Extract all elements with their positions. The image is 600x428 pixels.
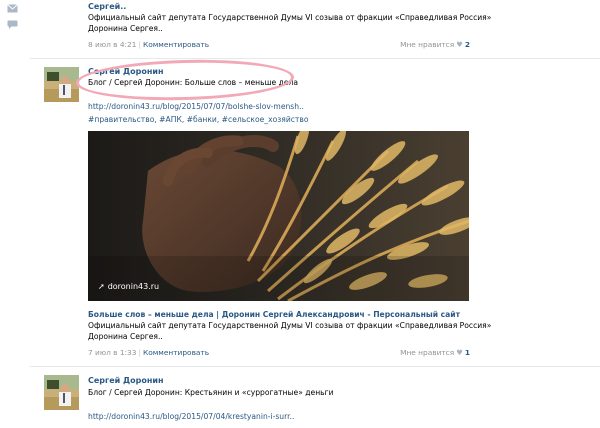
post-snippet-line2: Доронина Сергея.. bbox=[88, 24, 163, 33]
post-url[interactable]: http://doronin43.ru/blog/2015/07/04/kres… bbox=[88, 412, 294, 421]
like-count: 1 bbox=[464, 348, 470, 357]
post-image[interactable]: ➚ doronin43.ru bbox=[88, 131, 469, 301]
link-description-line2: Доронина Сергея.. bbox=[88, 332, 163, 341]
mail-icon[interactable] bbox=[7, 4, 18, 13]
post-author[interactable]: Сергей.. bbox=[88, 2, 126, 11]
wheat-hand-photo bbox=[88, 131, 469, 301]
left-rail bbox=[0, 0, 26, 428]
link-arrow-icon: ➚ bbox=[98, 282, 105, 291]
post-divider bbox=[30, 366, 600, 367]
comment-button[interactable]: Комментировать bbox=[143, 40, 209, 49]
meta-separator: | bbox=[138, 40, 141, 49]
like-label: Мне нравится bbox=[400, 40, 455, 49]
comment-button[interactable]: Комментировать bbox=[143, 348, 209, 357]
like-label: Мне нравится bbox=[400, 348, 455, 357]
post-author[interactable]: Сергей Доронин bbox=[88, 376, 164, 385]
like-count: 2 bbox=[464, 40, 470, 49]
post-meta: 8 июл в 4:21 | Комментировать bbox=[88, 40, 209, 49]
avatar[interactable] bbox=[44, 375, 79, 410]
link-title[interactable]: Больше слов – меньше дела | Доронин Серг… bbox=[88, 310, 460, 319]
avatar[interactable] bbox=[44, 67, 79, 102]
chat-icon[interactable] bbox=[7, 20, 18, 29]
image-watermark: ➚ doronin43.ru bbox=[98, 282, 159, 291]
meta-separator: | bbox=[138, 348, 141, 357]
post-text: Блог / Сергей Доронин: Крестьянин и «сур… bbox=[88, 388, 334, 397]
watermark-text: doronin43.ru bbox=[107, 282, 160, 291]
heart-icon: ♥ bbox=[456, 40, 463, 49]
highlight-oval bbox=[75, 57, 295, 103]
post-date[interactable]: 8 июл в 4:21 bbox=[88, 40, 136, 49]
post-divider bbox=[30, 58, 600, 59]
link-description-line1: Официальный сайт депутата Государственно… bbox=[88, 321, 492, 330]
like-button[interactable]: Мне нравится ♥ 1 bbox=[400, 348, 470, 357]
post-snippet-line1: Официальный сайт депутата Государственно… bbox=[88, 13, 492, 22]
post-url[interactable]: http://doronin43.ru/blog/2015/07/07/bols… bbox=[88, 102, 304, 111]
post-meta: 7 июл в 1:33 | Комментировать bbox=[88, 348, 209, 357]
like-button[interactable]: Мне нравится ♥ 2 bbox=[400, 40, 470, 49]
post-date[interactable]: 7 июл в 1:33 bbox=[88, 348, 136, 357]
heart-icon: ♥ bbox=[456, 348, 463, 357]
post-hashtags[interactable]: #правительство, #АПК, #банки, #сельское_… bbox=[88, 115, 309, 124]
